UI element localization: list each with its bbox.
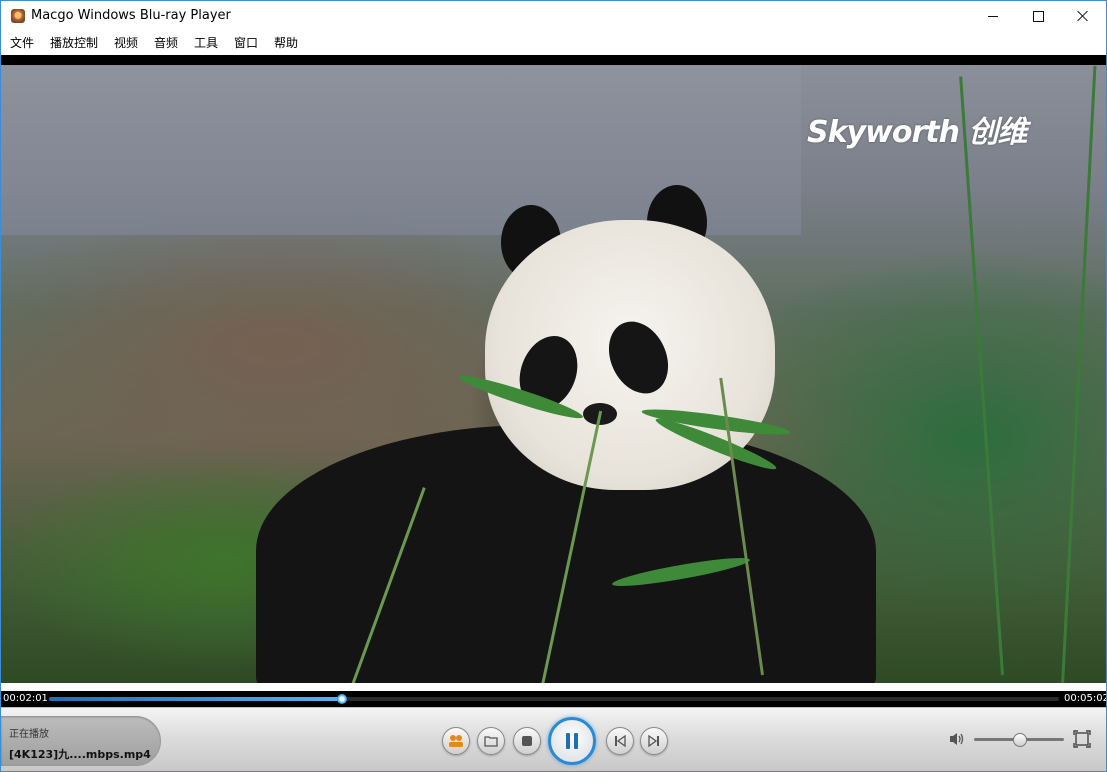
total-time: 00:05:02: [1064, 693, 1107, 704]
close-button[interactable]: [1060, 1, 1106, 31]
bamboo-stalk: [1061, 65, 1097, 683]
close-icon: [1077, 10, 1089, 22]
speaker-icon: [950, 733, 964, 745]
open-file-button[interactable]: [477, 727, 505, 755]
maximize-button[interactable]: [1015, 1, 1061, 31]
playlist-people-icon: [449, 735, 463, 747]
window-title: Macgo Windows Blu-ray Player: [31, 8, 231, 23]
seek-progress: [49, 697, 342, 701]
previous-button[interactable]: [606, 727, 634, 755]
video-frame: Skyworth 创维: [1, 65, 1106, 683]
menu-bar: 文件 播放控制 视频 音频 工具 窗口 帮助: [1, 31, 1106, 53]
now-playing-label: 正在播放: [9, 729, 49, 740]
now-playing-panel: 正在播放 [4K123]九....mbps.mp4: [1, 716, 161, 766]
minimize-button[interactable]: [970, 1, 1016, 31]
next-icon: [648, 735, 659, 747]
volume-handle[interactable]: [1013, 733, 1027, 747]
fullscreen-button[interactable]: [1073, 730, 1091, 748]
seek-track[interactable]: [49, 694, 1059, 704]
pause-icon: [564, 733, 580, 749]
control-bar: 正在播放 [4K123]九....mbps.mp4: [1, 707, 1106, 771]
menu-item-file[interactable]: 文件: [10, 34, 34, 51]
menu-item-help[interactable]: 帮助: [274, 34, 298, 51]
minimize-icon: [988, 15, 998, 17]
stop-icon: [522, 736, 532, 746]
menu-item-audio[interactable]: 音频: [154, 34, 178, 51]
app-logo-icon: [11, 9, 25, 23]
menu-item-tools[interactable]: 工具: [194, 34, 218, 51]
seek-bar[interactable]: 00:02:01 00:05:02: [1, 691, 1106, 707]
bamboo-stalk: [959, 76, 1004, 676]
current-time: 00:02:01: [3, 693, 48, 704]
video-watermark: Skyworth 创维: [807, 115, 1027, 150]
playlist-button[interactable]: [442, 727, 470, 755]
seek-handle[interactable]: [336, 694, 347, 704]
video-area[interactable]: Skyworth 创维: [1, 55, 1106, 683]
stop-button[interactable]: [513, 727, 541, 755]
pause-button[interactable]: [548, 717, 596, 765]
next-button[interactable]: [640, 727, 668, 755]
now-playing-filename: [4K123]九....mbps.mp4: [9, 748, 151, 761]
previous-icon: [615, 735, 626, 747]
menu-item-playback-control[interactable]: 播放控制: [50, 34, 98, 51]
open-folder-icon: [484, 736, 498, 747]
app-window: Macgo Windows Blu-ray Player 文件 播放控制 视频 …: [0, 0, 1107, 772]
mute-button[interactable]: [948, 730, 966, 748]
maximize-icon: [1032, 10, 1044, 22]
menu-item-video[interactable]: 视频: [114, 34, 138, 51]
menu-item-window[interactable]: 窗口: [234, 34, 258, 51]
volume-slider[interactable]: [974, 733, 1064, 747]
title-bar[interactable]: Macgo Windows Blu-ray Player: [1, 1, 1106, 31]
fullscreen-icon: [1073, 730, 1091, 748]
